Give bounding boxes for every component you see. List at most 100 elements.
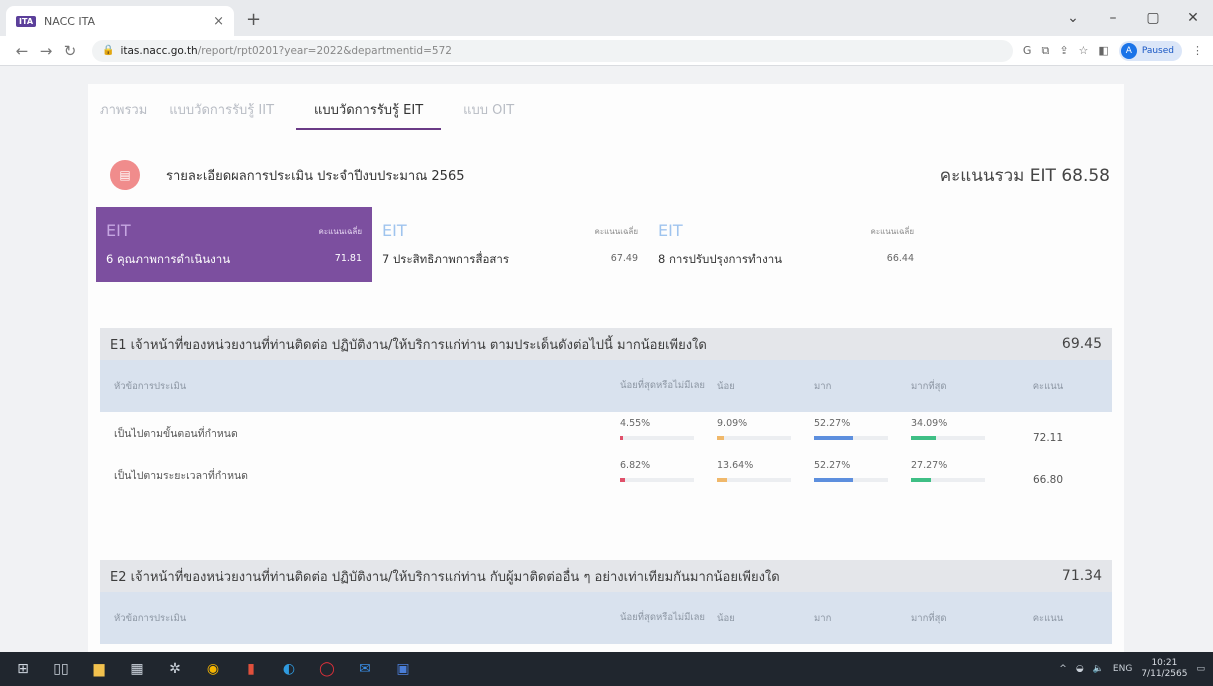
eit-item-6[interactable]: EIT คะแนนเฉลี่ย 6 คุณภาพการดำเนินงาน 71.…	[96, 207, 372, 282]
percent-value: 9.09%	[717, 418, 748, 429]
cell-low: 13.64%	[717, 454, 814, 496]
clock-time: 10:21	[1151, 658, 1178, 668]
avg-score-label: คะแนนเฉลี่ย	[870, 227, 914, 236]
question-e2: E2 เจ้าหน้าที่ของหน่วยงานที่ท่านติดต่อ ป…	[100, 560, 1112, 644]
forward-icon[interactable]: →	[34, 42, 58, 60]
col-topic: หัวข้อการประเมิน	[114, 380, 187, 392]
menu-dots-icon[interactable]: ⋮	[1192, 44, 1203, 57]
clock[interactable]: 10:21 7/11/2565	[1141, 658, 1187, 680]
browser-tab-bar: ITA NACC ITA × + ⌄ – ▢ ✕	[0, 0, 1213, 36]
bar-track	[717, 436, 791, 440]
subtab-oit[interactable]: แบบ OIT	[463, 99, 514, 130]
page-content: ภาพรวม แบบวัดการรับรู้ IIT แบบวัดการรับร…	[0, 66, 1213, 652]
cell-high: 52.27%	[814, 412, 911, 454]
close-window-icon[interactable]: ✕	[1173, 10, 1213, 26]
opera-icon[interactable]: ◯	[312, 657, 342, 681]
google-icon[interactable]: G	[1023, 44, 1032, 57]
minimize-icon[interactable]: –	[1093, 10, 1133, 26]
tab-search-icon[interactable]: ⌄	[1053, 10, 1093, 26]
col-score: คะแนน	[1032, 612, 1064, 624]
subtab-overview[interactable]: ภาพรวม	[100, 99, 147, 130]
language-indicator[interactable]: ENG	[1113, 664, 1132, 674]
profile-status: Paused	[1141, 45, 1174, 56]
percent-value: 6.82%	[620, 460, 651, 471]
chrome-icon[interactable]: ◉	[198, 657, 228, 681]
report-card: ภาพรวม แบบวัดการรับรู้ IIT แบบวัดการรับร…	[88, 84, 1124, 652]
bar-track	[717, 478, 791, 482]
app-red-icon[interactable]: ▮	[236, 657, 266, 681]
close-tab-icon[interactable]: ×	[213, 14, 224, 29]
col-topic: หัวข้อการประเมิน	[114, 612, 187, 624]
eit-score: 71.81	[334, 253, 362, 264]
question-title-row: E1 เจ้าหน้าที่ของหน่วยงานที่ท่านติดต่อ ป…	[100, 328, 1112, 360]
document-icon: ▤	[110, 160, 140, 190]
word-icon[interactable]: ▣	[388, 657, 418, 681]
file-explorer-icon[interactable]: ▆	[84, 657, 114, 681]
browser-tab[interactable]: ITA NACC ITA ×	[6, 6, 234, 36]
row-score: 66.80	[1032, 474, 1064, 486]
side-panel-icon[interactable]: ◧	[1098, 44, 1108, 57]
col-highest: มากที่สุด	[911, 612, 947, 624]
bookmark-star-icon[interactable]: ☆	[1079, 44, 1089, 57]
bar-fill	[717, 436, 724, 440]
row-topic: เป็นไปตามระยะเวลาที่กำหนด	[114, 469, 248, 482]
site-favicon-icon: ITA	[16, 15, 37, 27]
subtab-eit[interactable]: แบบวัดการรับรู้ EIT	[296, 99, 442, 130]
bar-fill	[911, 478, 932, 482]
cell-high: 52.27%	[814, 454, 911, 496]
profile-button[interactable]: A Paused	[1118, 40, 1182, 61]
table-row: เป็นไปตามระยะเวลาที่กำหนด 6.82% 13.64% 5…	[100, 454, 1112, 496]
chevron-up-icon[interactable]: ^	[1059, 664, 1067, 674]
url-path: /report/rpt0201?year=2022&departmentid=5…	[197, 44, 452, 57]
back-icon[interactable]: ←	[10, 42, 34, 60]
col-low: น้อย	[717, 612, 735, 624]
eit-item-8[interactable]: EIT คะแนนเฉลี่ย 8 การปรับปรุงการทำงาน 66…	[648, 207, 924, 282]
question-title: E2 เจ้าหน้าที่ของหน่วยงานที่ท่านติดต่อ ป…	[110, 569, 780, 585]
percent-value: 13.64%	[717, 460, 754, 471]
url-input[interactable]: 🔒 itas.nacc.go.th /report/rpt0201?year=2…	[92, 39, 1013, 62]
bar-track	[814, 478, 888, 482]
percent-value: 34.09%	[911, 418, 948, 429]
bar-track	[620, 436, 694, 440]
maximize-icon[interactable]: ▢	[1133, 10, 1173, 26]
table-header: หัวข้อการประเมิน น้อยที่สุดหรือไม่มีเลย …	[100, 592, 1112, 644]
row-score: 72.11	[1032, 432, 1064, 444]
eit-indicator-row: EIT คะแนนเฉลี่ย 6 คุณภาพการดำเนินงาน 71.…	[96, 207, 1116, 282]
bar-fill	[814, 436, 853, 440]
toolbar-icons: G ⧉ ⇪ ☆ ◧ A Paused ⋮	[1023, 40, 1203, 61]
question-e1: E1 เจ้าหน้าที่ของหน่วยงานที่ท่านติดต่อ ป…	[100, 328, 1112, 496]
cell-highest: 27.27%	[911, 454, 1008, 496]
translate-icon[interactable]: ⧉	[1041, 44, 1049, 58]
windows-start-icon[interactable]: ⊞	[8, 657, 38, 681]
mail-icon[interactable]: ✉	[350, 657, 380, 681]
url-host: itas.nacc.go.th	[120, 44, 198, 57]
eit-item-7[interactable]: EIT คะแนนเฉลี่ย 7 ประสิทธิภาพการสื่อสาร …	[372, 207, 648, 282]
table-header: หัวข้อการประเมิน น้อยที่สุดหรือไม่มีเลย …	[100, 360, 1112, 412]
volume-icon[interactable]: 🔈	[1093, 664, 1104, 674]
question-title-row: E2 เจ้าหน้าที่ของหน่วยงานที่ท่านติดต่อ ป…	[100, 560, 1112, 592]
report-header: ▤ รายละเอียดผลการประเมิน ประจำปีงบประมาณ…	[110, 160, 1110, 190]
col-high: มาก	[814, 380, 832, 392]
percent-value: 52.27%	[814, 460, 851, 471]
col-lowest: น้อยที่สุดหรือไม่มีเลย	[620, 380, 706, 391]
total-score: คะแนนรวม EIT 68.58	[939, 165, 1110, 186]
col-score: คะแนน	[1032, 380, 1064, 392]
task-view-icon[interactable]: ▯▯	[46, 657, 76, 681]
new-tab-button[interactable]: +	[246, 9, 261, 30]
bar-fill	[911, 436, 937, 440]
settings-gear-icon[interactable]: ✲	[160, 657, 190, 681]
notification-icon[interactable]: ▭	[1196, 664, 1205, 674]
system-tray: ^ ◒ 🔈 ENG 10:21 7/11/2565 ▭	[1059, 658, 1205, 680]
col-low: น้อย	[717, 380, 735, 392]
window-controls: ⌄ – ▢ ✕	[1053, 0, 1213, 36]
eit-score: 67.49	[610, 253, 638, 264]
subtab-iit[interactable]: แบบวัดการรับรู้ IIT	[169, 99, 274, 130]
calendar-app-icon[interactable]: ▦	[122, 657, 152, 681]
page-title: รายละเอียดผลการประเมิน ประจำปีงบประมาณ 2…	[166, 168, 465, 184]
avg-score-label: คะแนนเฉลี่ย	[318, 227, 362, 236]
network-icon[interactable]: ◒	[1076, 664, 1084, 674]
reload-icon[interactable]: ↻	[58, 42, 82, 60]
bar-fill	[620, 436, 624, 440]
edge-icon[interactable]: ◐	[274, 657, 304, 681]
share-icon[interactable]: ⇪	[1059, 44, 1068, 57]
